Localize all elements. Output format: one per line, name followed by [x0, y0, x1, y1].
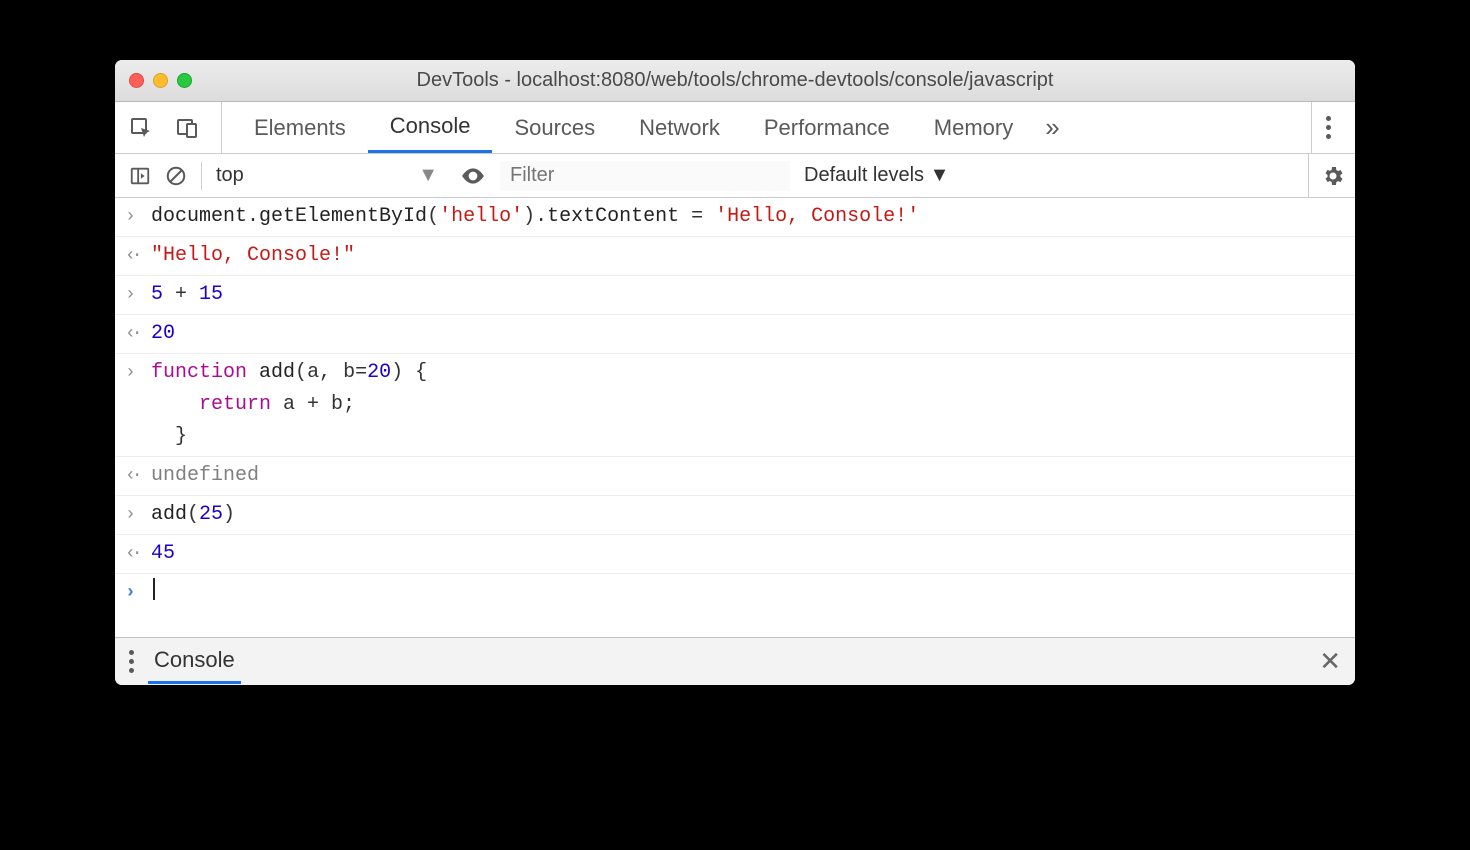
zoom-window-button[interactable]	[177, 73, 192, 88]
console-code: 45	[151, 538, 1349, 570]
drawer-close-icon[interactable]: ✕	[1319, 646, 1341, 677]
titlebar: DevTools - localhost:8080/web/tools/chro…	[115, 60, 1355, 102]
tab-elements[interactable]: Elements	[232, 102, 368, 153]
clear-console-icon[interactable]	[165, 165, 187, 187]
close-window-button[interactable]	[129, 73, 144, 88]
main-tabbar: ElementsConsoleSourcesNetworkPerformance…	[115, 102, 1355, 154]
live-expression-icon[interactable]	[460, 163, 486, 189]
console-input-row: document.getElementById('hello').textCon…	[115, 198, 1355, 237]
output-marker-icon	[125, 460, 151, 491]
console-toolbar: top ▼ Default levels ▼	[115, 154, 1355, 198]
execution-context-select[interactable]: top ▼	[216, 164, 446, 187]
input-marker-icon	[125, 279, 151, 310]
input-marker-icon	[125, 357, 151, 388]
console-code: document.getElementById('hello').textCon…	[151, 201, 1349, 233]
log-levels-label: Default levels ▼	[804, 164, 949, 187]
dropdown-icon: ▼	[418, 164, 438, 187]
console-settings-icon[interactable]	[1321, 164, 1345, 188]
log-levels-select[interactable]: Default levels ▼	[804, 164, 949, 187]
tab-performance[interactable]: Performance	[742, 102, 912, 153]
drawer-tab-console[interactable]: Console	[148, 639, 241, 684]
output-marker-icon	[125, 318, 151, 349]
tabs-overflow-button[interactable]: »	[1045, 112, 1059, 143]
tab-console[interactable]: Console	[368, 102, 493, 153]
console-input-row: add(25)	[115, 496, 1355, 535]
inspect-element-icon[interactable]	[129, 116, 153, 140]
tab-sources[interactable]: Sources	[492, 102, 617, 153]
output-marker-icon	[125, 538, 151, 569]
input-marker-icon	[125, 201, 151, 232]
console-output-row: 45	[115, 535, 1355, 574]
console-output-row: undefined	[115, 457, 1355, 496]
console-code: 5 + 15	[151, 279, 1349, 311]
prompt-marker-icon	[125, 577, 151, 608]
console-code: "Hello, Console!"	[151, 240, 1349, 272]
console-input-row: 5 + 15	[115, 276, 1355, 315]
console-prompt-row[interactable]	[115, 574, 1355, 612]
execution-context-label: top	[216, 164, 244, 187]
console-input-row: function add(a, b=20) { return a + b; }	[115, 354, 1355, 457]
input-marker-icon	[125, 499, 151, 530]
tab-memory[interactable]: Memory	[912, 102, 1035, 153]
console-output[interactable]: document.getElementById('hello').textCon…	[115, 198, 1355, 637]
device-toolbar-icon[interactable]	[175, 116, 199, 140]
toggle-sidebar-icon[interactable]	[129, 165, 151, 187]
tab-network[interactable]: Network	[617, 102, 742, 153]
drawer: Console ✕	[115, 637, 1355, 685]
window-controls	[129, 73, 192, 88]
output-marker-icon	[125, 240, 151, 271]
settings-menu-icon[interactable]	[1326, 116, 1331, 139]
console-prompt-input[interactable]	[151, 577, 1349, 609]
console-code: function add(a, b=20) { return a + b; }	[151, 357, 1349, 453]
console-output-row: "Hello, Console!"	[115, 237, 1355, 276]
console-output-row: 20	[115, 315, 1355, 354]
minimize-window-button[interactable]	[153, 73, 168, 88]
console-code: 20	[151, 318, 1349, 350]
drawer-tab-label: Console	[154, 647, 235, 672]
console-code: add(25)	[151, 499, 1349, 531]
drawer-menu-icon[interactable]	[129, 650, 134, 673]
console-code: undefined	[151, 460, 1349, 492]
devtools-window: DevTools - localhost:8080/web/tools/chro…	[115, 60, 1355, 685]
window-title: DevTools - localhost:8080/web/tools/chro…	[115, 69, 1355, 92]
filter-input[interactable]	[500, 161, 790, 191]
